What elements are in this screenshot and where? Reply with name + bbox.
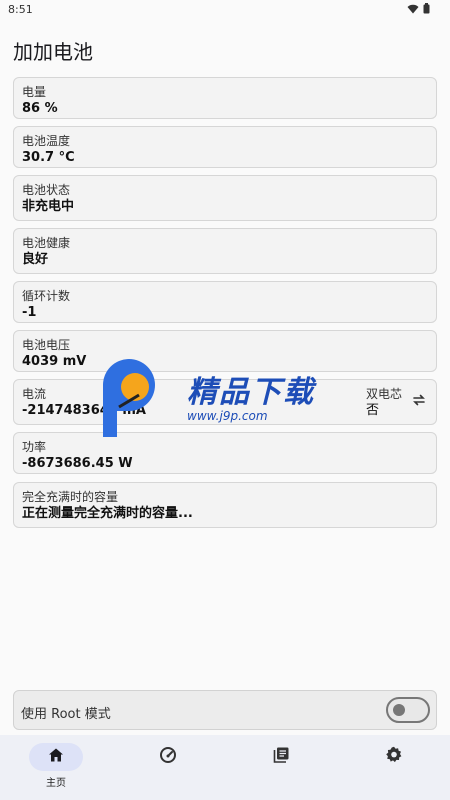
nav-pill: [29, 743, 83, 771]
dual-cell-info: 双电芯 否: [366, 386, 402, 420]
home-icon: [48, 747, 64, 767]
card-label: 电池电压: [22, 338, 71, 352]
bottom-navigation: 主页: [0, 735, 450, 800]
dual-cell-value: 否: [366, 403, 380, 418]
card-battery-status: 电池状态 非充电中: [13, 175, 437, 221]
card-value: 非充电中: [22, 199, 75, 214]
nav-pill: [141, 743, 195, 771]
wifi-icon: [407, 4, 419, 14]
root-mode-label: 使用 Root 模式: [21, 707, 111, 722]
card-value: -1: [22, 305, 37, 320]
status-bar: 8:51: [0, 0, 450, 22]
speedometer-icon: [159, 746, 177, 768]
swap-icon[interactable]: [412, 392, 426, 411]
nav-pill: [254, 743, 308, 771]
card-power: 功率 -8673686.45 W: [13, 432, 437, 474]
status-time: 8:51: [8, 3, 33, 16]
card-label: 功率: [22, 440, 47, 454]
nav-label-home: 主页: [46, 778, 66, 789]
library-icon: [272, 746, 290, 768]
toggle-knob: [393, 704, 405, 716]
card-full-charge-capacity: 完全充满时的容量 正在测量完全充满时的容量...: [13, 482, 437, 528]
card-cycle-count: 循环计数 -1: [13, 281, 437, 323]
nav-item-monitor[interactable]: [112, 735, 224, 800]
card-battery-temperature: 电池温度 30.7 °C: [13, 126, 437, 168]
screen: 8:51 加加电池 电量 86 % 电池温度 30.7 °C 电池状态 非充电中…: [0, 0, 450, 800]
card-value: 良好: [22, 252, 49, 267]
card-value: 4039 mV: [22, 354, 87, 369]
card-label: 电量: [22, 85, 47, 99]
root-mode-row[interactable]: 使用 Root 模式: [13, 690, 437, 730]
card-label: 循环计数: [22, 289, 71, 303]
card-battery-level: 电量 86 %: [13, 77, 437, 119]
card-value: 86 %: [22, 101, 58, 116]
battery-icon: [423, 3, 430, 14]
card-battery-health: 电池健康 良好: [13, 228, 437, 274]
page-title: 加加电池: [13, 40, 93, 64]
card-value: 30.7 °C: [22, 150, 75, 165]
card-label: 完全充满时的容量: [22, 490, 119, 504]
nav-item-library[interactable]: [225, 735, 337, 800]
dual-cell-label: 双电芯: [366, 387, 403, 401]
status-icons: [407, 3, 430, 14]
card-label: 电池状态: [22, 183, 71, 197]
nav-item-settings[interactable]: [338, 735, 450, 800]
nav-item-home[interactable]: 主页: [0, 735, 112, 800]
card-label: 电池温度: [22, 134, 71, 148]
card-label: 电池健康: [22, 236, 71, 250]
card-battery-voltage: 电池电压 4039 mV: [13, 330, 437, 372]
card-value: -8673686.45 W: [22, 456, 133, 471]
gear-icon: [385, 746, 403, 768]
card-current: 电流 -2147483648 mA 双电芯 否: [13, 379, 437, 425]
root-mode-toggle[interactable]: [386, 697, 430, 723]
nav-pill: [367, 743, 421, 771]
card-value: 正在测量完全充满时的容量...: [22, 506, 193, 521]
